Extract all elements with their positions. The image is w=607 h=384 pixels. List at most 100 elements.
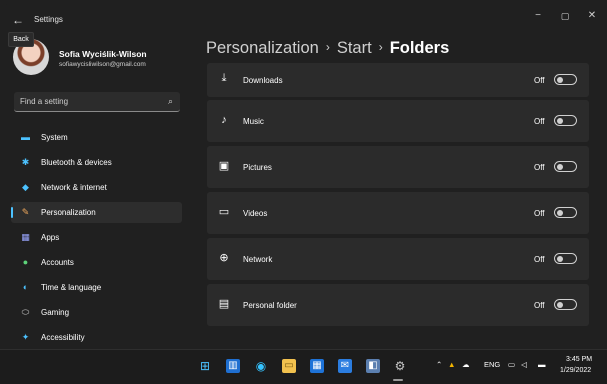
- title-bar: ← Settings − ▢ ✕: [4, 3, 603, 37]
- personal-folder-icon: ▤: [218, 298, 230, 310]
- monitor-icon: ▬: [21, 132, 30, 142]
- sidebar-item-label: Network & internet: [41, 183, 107, 192]
- toggle-state-text: Off: [534, 76, 545, 85]
- app-title: Settings: [34, 15, 63, 24]
- breadcrumb-personalization[interactable]: Personalization: [206, 39, 319, 57]
- folder-label: Videos: [243, 209, 268, 218]
- toggle-state-text: Off: [534, 209, 545, 218]
- sidebar-item-label: Time & language: [41, 283, 102, 292]
- sidebar-item-accessibility[interactable]: ✦ Accessibility: [11, 327, 182, 348]
- user-name: Sofia Wyciślik-Wilson: [59, 49, 147, 59]
- downloads-toggle[interactable]: [554, 74, 577, 85]
- folder-label: Pictures: [243, 163, 272, 172]
- mail-icon[interactable]: ✉: [338, 359, 352, 373]
- sidebar-item-time-language[interactable]: ◐ Time & language: [11, 277, 182, 298]
- brush-icon: ✎: [21, 207, 30, 217]
- page-title: Folders: [389, 39, 450, 57]
- sidebar-item-personalization[interactable]: ✎ Personalization: [11, 202, 182, 223]
- folder-label: Music: [243, 117, 264, 126]
- search-placeholder: Find a setting: [20, 97, 69, 106]
- display-icon[interactable]: ▭: [508, 360, 515, 369]
- settings-window: ← Settings − ▢ ✕ Sofia Wyciślik-Wilson s…: [4, 3, 603, 349]
- toggle-knob: [557, 301, 563, 308]
- folder-row-videos: ▭ Videos Off: [207, 192, 589, 234]
- warning-icon[interactable]: ▲: [448, 360, 455, 369]
- chevron-up-icon[interactable]: ⌃: [436, 360, 442, 369]
- search-input[interactable]: Find a setting ⌕: [14, 92, 180, 112]
- accessibility-icon: ✦: [21, 332, 30, 342]
- store-icon[interactable]: ▦: [310, 359, 324, 373]
- sidebar-item-label: Gaming: [41, 308, 70, 317]
- back-arrow-icon: ←: [12, 13, 24, 27]
- minimize-button[interactable]: −: [526, 9, 550, 23]
- wifi-icon: ◆: [22, 182, 29, 192]
- file-explorer-icon[interactable]: ▭: [282, 359, 296, 373]
- pictures-toggle[interactable]: [554, 161, 577, 172]
- control-panel-icon[interactable]: ◧: [366, 359, 380, 373]
- clock-date[interactable]: 1/29/2022: [560, 367, 591, 374]
- folder-row-downloads: ⤓ Downloads Off: [207, 63, 589, 97]
- active-indicator: [11, 207, 13, 218]
- folder-row-music: ♪ Music Off: [207, 100, 589, 142]
- globe-clock-icon: ◐: [22, 282, 29, 292]
- breadcrumb: Personalization › Start › Folders: [206, 39, 449, 58]
- clock-time[interactable]: 3:45 PM: [566, 356, 592, 363]
- sidebar-item-accounts[interactable]: ● Accounts: [11, 252, 182, 273]
- edge-icon[interactable]: ◉: [254, 359, 268, 373]
- folder-row-personal-folder: ▤ Personal folder Off: [207, 284, 589, 326]
- apps-icon: ▦: [21, 232, 30, 242]
- folder-label: Personal folder: [243, 301, 297, 310]
- network-toggle[interactable]: [554, 253, 577, 264]
- chevron-right-icon: ›: [325, 40, 330, 54]
- maximize-button[interactable]: ▢: [553, 9, 577, 23]
- toggle-state-text: Off: [534, 117, 545, 126]
- toggle-knob: [557, 255, 563, 262]
- sidebar-item-label: Accounts: [41, 258, 74, 267]
- folder-row-network: ⊕ Network Off: [207, 238, 589, 280]
- download-icon: ⤓: [221, 72, 227, 84]
- gamepad-icon: ⬭: [21, 307, 30, 317]
- settings-gear-icon[interactable]: ⚙: [393, 359, 407, 373]
- toggle-knob: [557, 76, 563, 83]
- volume-icon[interactable]: ◁: [521, 360, 527, 369]
- toggle-state-text: Off: [534, 163, 545, 172]
- close-button[interactable]: ✕: [580, 9, 603, 23]
- bluetooth-icon: ✱: [21, 157, 30, 167]
- sidebar-item-apps[interactable]: ▦ Apps: [11, 227, 182, 248]
- language-indicator[interactable]: ENG: [484, 360, 500, 369]
- toggle-knob: [557, 117, 563, 124]
- toggle-state-text: Off: [534, 255, 545, 264]
- start-icon[interactable]: ⊞: [198, 359, 212, 373]
- back-button[interactable]: ←: [10, 13, 26, 27]
- sidebar-item-label: Accessibility: [41, 333, 85, 342]
- toggle-knob: [557, 209, 563, 216]
- sidebar-item-label: System: [41, 133, 68, 142]
- task-view-icon[interactable]: ▥: [226, 359, 240, 373]
- cloud-icon[interactable]: ☁: [462, 360, 470, 369]
- videos-toggle[interactable]: [554, 207, 577, 218]
- chevron-right-icon: ›: [378, 40, 383, 54]
- music-toggle[interactable]: [554, 115, 577, 126]
- breadcrumb-start[interactable]: Start: [337, 39, 372, 57]
- taskbar: ⊞ ▥ ◉ ▭ ▦ ✉ ◧ ⚙ ⌃ ▲ ☁ ENG ▭ ◁ ▬: [0, 349, 607, 384]
- personal-folder-toggle[interactable]: [554, 299, 577, 310]
- sidebar-item-label: Apps: [41, 233, 60, 242]
- folder-label: Downloads: [243, 76, 283, 85]
- user-email: sofiawycisliwilson@gmail.com: [59, 61, 146, 68]
- folder-label: Network: [243, 255, 273, 264]
- sidebar-item-system[interactable]: ▬ System: [11, 127, 182, 148]
- pictures-icon: ▣: [218, 160, 230, 172]
- battery-icon[interactable]: ▬: [538, 360, 546, 369]
- sidebar-item-label: Personalization: [41, 208, 96, 217]
- network-icon: ⊕: [219, 252, 229, 264]
- music-icon: ♪: [221, 114, 227, 126]
- sidebar-item-bluetooth[interactable]: ✱ Bluetooth & devices: [11, 152, 182, 173]
- sidebar-item-label: Bluetooth & devices: [41, 158, 112, 167]
- back-tooltip: Back: [8, 32, 34, 47]
- active-app-indicator: [393, 379, 403, 381]
- person-icon: ●: [22, 257, 29, 267]
- folder-row-pictures: ▣ Pictures Off: [207, 146, 589, 188]
- sidebar-item-gaming[interactable]: ⬭ Gaming: [11, 302, 182, 323]
- sidebar-item-network[interactable]: ◆ Network & internet: [11, 177, 182, 198]
- toggle-state-text: Off: [534, 301, 545, 310]
